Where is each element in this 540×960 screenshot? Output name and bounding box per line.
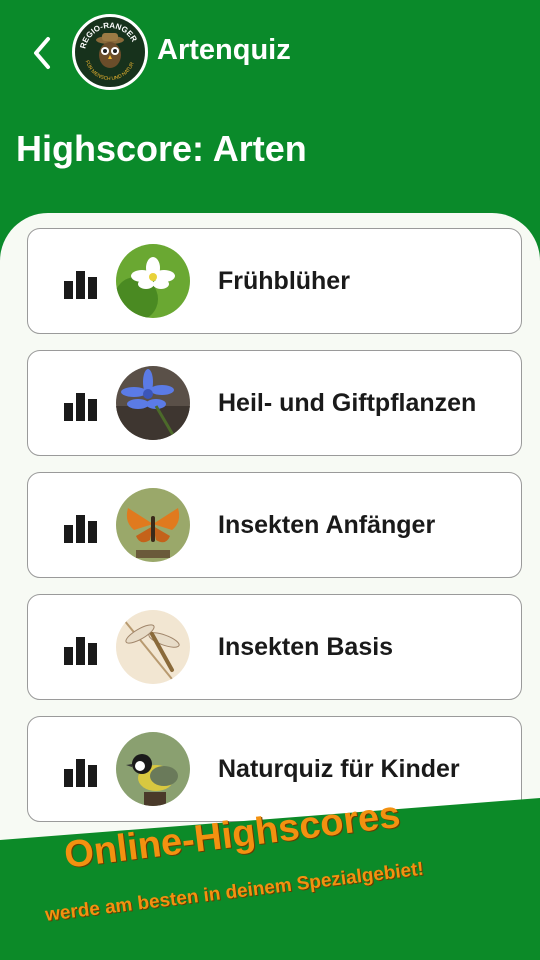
- back-arrow-icon[interactable]: [28, 34, 58, 72]
- category-card-insekten-anfaenger[interactable]: Insekten Anfänger: [27, 472, 522, 578]
- thumbnail-great-tit-bird: [116, 732, 190, 806]
- category-label: Insekten Basis: [218, 633, 394, 661]
- page-title: Highscore: Arten: [16, 128, 307, 169]
- category-card-heil-giftpflanzen[interactable]: Heil- und Giftpflanzen: [27, 350, 522, 456]
- app-header: REGIO-RANGER FÜR MENSCH UND NATUR Artenq…: [0, 0, 540, 230]
- bar-chart-icon: [64, 271, 97, 299]
- bar-chart-icon: [64, 515, 97, 543]
- category-label: Insekten Anfänger: [218, 511, 436, 539]
- thumbnail-butterfly: [116, 488, 190, 562]
- bar-chart-icon: [64, 637, 97, 665]
- category-card-fruehblueher[interactable]: Frühblüher: [27, 228, 522, 334]
- category-label: Frühblüher: [218, 267, 350, 295]
- app-title: Artenquiz: [157, 34, 291, 66]
- bar-chart-icon: [64, 759, 97, 787]
- thumbnail-dragonfly: [116, 610, 190, 684]
- category-list-panel: Frühblüher Heil- und Giftpflanzen Insekt…: [0, 213, 540, 944]
- category-card-insekten-basis[interactable]: Insekten Basis: [27, 594, 522, 700]
- regio-ranger-logo: REGIO-RANGER FÜR MENSCH UND NATUR: [72, 14, 148, 90]
- category-label: Heil- und Giftpflanzen: [218, 389, 477, 417]
- thumbnail-chicory-flower: [116, 366, 190, 440]
- thumbnail-anemone-flower: [116, 244, 190, 318]
- category-label: Naturquiz für Kinder: [218, 755, 460, 783]
- bar-chart-icon: [64, 393, 97, 421]
